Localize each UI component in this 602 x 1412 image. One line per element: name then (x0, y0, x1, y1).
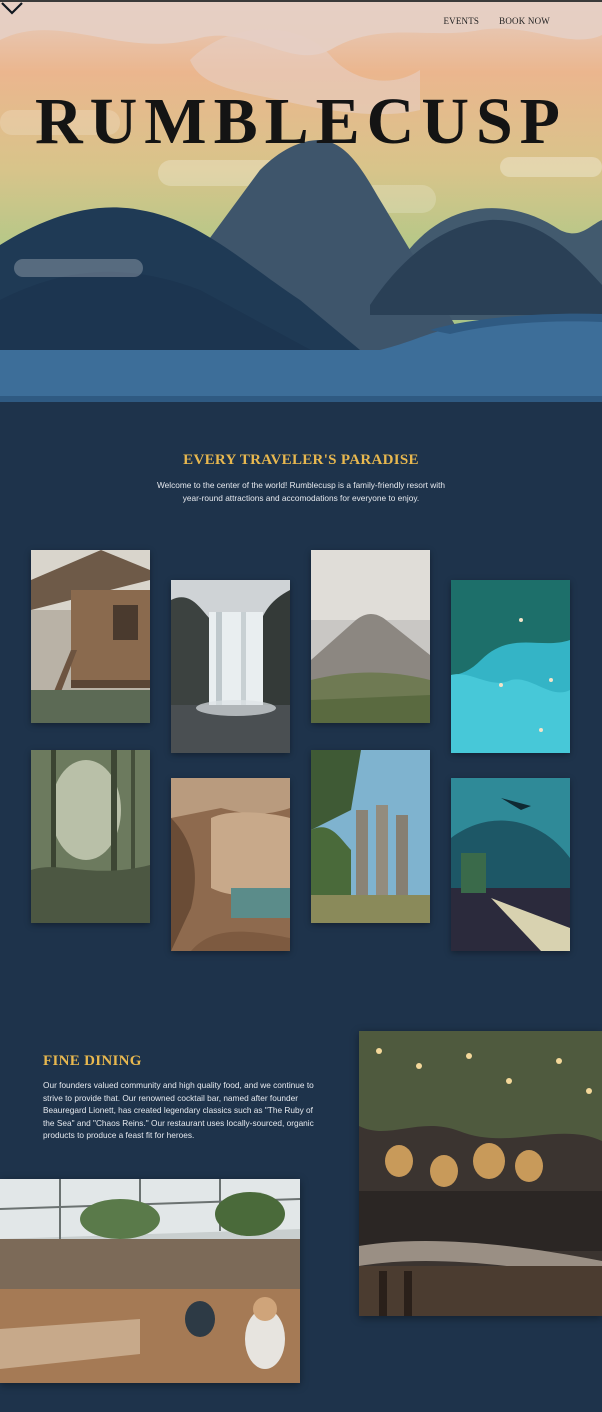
intro-paragraph: Welcome to the center of the world! Rumb… (156, 480, 446, 503)
gallery-photo-volcano[interactable] (311, 550, 430, 723)
nav-book-now-link[interactable]: BOOK NOW (499, 16, 550, 26)
gallery-photo-waterfall[interactable] (171, 580, 290, 753)
dining-photo-greenhouse (0, 1179, 300, 1383)
gallery-photo-lagoon[interactable] (451, 580, 570, 753)
gallery-photo-aquarium[interactable] (451, 778, 570, 951)
hero-landscape-illustration (0, 0, 602, 402)
dining-heading: FINE DINING (43, 1053, 142, 1069)
intro-heading: EVERY TRAVELER'S PARADISE (183, 452, 419, 468)
chevron-down-icon[interactable] (0, 0, 24, 16)
nav-events-link[interactable]: EVENTS (443, 16, 479, 26)
dining-photo-bar (359, 1031, 602, 1316)
site-brand-title: RUMBLECUSP (34, 85, 568, 158)
hero-banner: EVENTS BOOK NOW RUMBLECUSP (0, 0, 602, 402)
dining-paragraph: Our founders valued community and high q… (43, 1080, 314, 1141)
top-border (0, 0, 602, 2)
gallery-photo-rainforest[interactable] (31, 750, 150, 923)
gallery-photo-treehouse[interactable] (31, 550, 150, 723)
top-nav: EVENTS BOOK NOW (443, 16, 550, 26)
gallery-photo-ruins[interactable] (311, 750, 430, 923)
gallery-photo-cave[interactable] (171, 778, 290, 951)
